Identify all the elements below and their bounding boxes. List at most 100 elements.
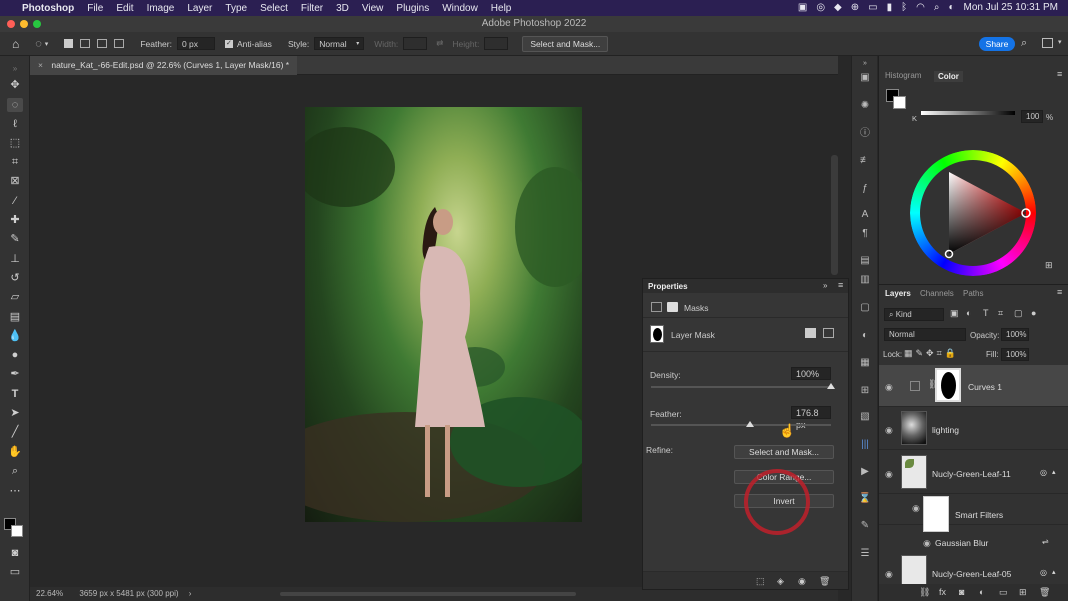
menu-help[interactable]: Help: [491, 3, 512, 14]
chevron-up-icon[interactable]: ▴: [1052, 568, 1056, 576]
libraries-icon[interactable]: ▢: [858, 302, 872, 314]
style-select[interactable]: Normal ▾: [314, 37, 365, 50]
character-icon[interactable]: A: [858, 209, 872, 221]
close-window-button[interactable]: [7, 20, 15, 28]
tab-histogram[interactable]: Histogram: [885, 71, 921, 80]
load-selection-icon[interactable]: ⬚: [756, 576, 765, 587]
smart-filter-mask-thumbnail[interactable]: [923, 496, 949, 532]
menu-plugins[interactable]: Plugins: [396, 3, 429, 14]
clone-stamp-tool-icon[interactable]: ⊥: [7, 252, 23, 266]
workspace-icon[interactable]: [1042, 38, 1053, 48]
visibility-eye-icon[interactable]: ◉: [885, 382, 893, 393]
filter-type-icon[interactable]: T: [983, 308, 989, 318]
path-selection-tool-icon[interactable]: ➤: [7, 406, 23, 420]
feather-input[interactable]: 0 px: [176, 37, 215, 50]
density-input[interactable]: 100%: [791, 367, 831, 380]
minimize-window-button[interactable]: [20, 20, 28, 28]
layer-mask-thumbnail[interactable]: [935, 368, 961, 402]
opacity-input[interactable]: 100%: [1001, 328, 1029, 341]
link-layers-icon[interactable]: ⛓: [919, 587, 930, 598]
creative-cloud-icon[interactable]: ◎: [816, 2, 825, 13]
collapse-icon[interactable]: »: [7, 62, 23, 76]
intersect-selection-icon[interactable]: [114, 39, 125, 48]
select-and-mask-button[interactable]: Select and Mask...: [522, 35, 609, 52]
properties-icon[interactable]: ☰: [858, 548, 872, 560]
visibility-eye-icon[interactable]: ◉: [798, 576, 806, 587]
panel-menu-icon[interactable]: ≡: [838, 280, 843, 290]
display-icon[interactable]: ▭: [868, 2, 877, 13]
layer-row-gaussian-blur[interactable]: ◉ Gaussian Blur ⇌: [879, 536, 1068, 550]
brush-settings-icon[interactable]: ✺: [858, 100, 872, 112]
gradient-tool-icon[interactable]: ▤: [7, 310, 23, 324]
home-icon[interactable]: ⌂: [12, 37, 19, 51]
type-tool-icon[interactable]: T: [7, 387, 23, 401]
menu-select[interactable]: Select: [260, 3, 288, 14]
layer-comps-icon[interactable]: ▤: [858, 255, 872, 267]
swap-icon[interactable]: ⇄: [436, 38, 443, 49]
visibility-eye-icon[interactable]: ◉: [923, 538, 931, 549]
brush-tool-icon[interactable]: ✎: [7, 232, 23, 246]
gradients-icon[interactable]: ▧: [858, 411, 872, 423]
zoom-window-button[interactable]: [33, 20, 41, 28]
actions-play-icon[interactable]: ▶: [858, 466, 872, 478]
density-slider-track[interactable]: [651, 386, 831, 388]
menu-file[interactable]: File: [87, 3, 103, 14]
menu-3d[interactable]: 3D: [336, 3, 349, 14]
feather-input[interactable]: 176.8 px: [791, 406, 831, 430]
dodge-tool-icon[interactable]: ●: [7, 348, 23, 362]
layer-row-lighting[interactable]: ◉ lighting: [879, 408, 1068, 450]
fill-input[interactable]: 100%: [1001, 348, 1029, 361]
visibility-eye-icon[interactable]: ◉: [885, 569, 893, 580]
new-selection-icon[interactable]: [64, 39, 74, 48]
bluetooth-icon[interactable]: ᛒ: [901, 2, 907, 13]
k-slider[interactable]: [921, 111, 1015, 115]
layer-row-leaf-11[interactable]: ◉ Nucly-Green-Leaf-11 ◎ ▴: [879, 452, 1068, 494]
select-and-mask-button[interactable]: Select and Mask...: [734, 445, 834, 459]
chevron-up-icon[interactable]: ▴: [1052, 468, 1056, 476]
tab-channels[interactable]: Channels: [920, 289, 954, 298]
blur-tool-icon[interactable]: 💧: [7, 329, 23, 343]
tab-color[interactable]: Color: [934, 71, 963, 82]
screen-record-icon[interactable]: ▣: [798, 2, 807, 13]
document-tab[interactable]: × nature_Kat_-66-Edit.psd @ 22.6% (Curve…: [30, 56, 298, 75]
close-icon[interactable]: ×: [38, 60, 43, 70]
menubar-clock[interactable]: Mon Jul 25 10:31 PM: [964, 2, 1059, 13]
history-brush-tool-icon[interactable]: ↺: [7, 271, 23, 285]
globe-icon[interactable]: ⊕: [851, 2, 859, 13]
blend-mode-select[interactable]: Normal: [884, 328, 966, 341]
chevron-down-icon[interactable]: ▾: [1058, 38, 1062, 46]
feather-slider-track[interactable]: [651, 424, 831, 426]
styles-icon[interactable]: ◐: [858, 330, 872, 342]
menu-view[interactable]: View: [362, 3, 384, 14]
new-layer-icon[interactable]: ⊞: [1019, 587, 1027, 598]
tab-paths[interactable]: Paths: [963, 289, 983, 298]
menu-layer[interactable]: Layer: [187, 3, 212, 14]
width-input[interactable]: [403, 37, 428, 50]
menu-type[interactable]: Type: [225, 3, 247, 14]
zoom-tool-icon[interactable]: ⌕: [7, 464, 23, 478]
height-input[interactable]: [484, 37, 509, 50]
delete-trash-icon[interactable]: 🗑: [1039, 587, 1050, 598]
density-slider-handle[interactable]: [827, 383, 835, 389]
add-swatch-icon[interactable]: ⊞: [1045, 260, 1053, 271]
search-icon[interactable]: ⌕: [934, 2, 940, 13]
channels-icon[interactable]: |||: [858, 439, 872, 451]
filter-smart-object-icon[interactable]: ▢: [1014, 308, 1023, 319]
filter-shape-icon[interactable]: ⌗: [998, 308, 1003, 319]
delete-trash-icon[interactable]: 🗑: [819, 576, 830, 587]
filter-options-icon[interactable]: ⇌: [1042, 537, 1049, 546]
brush-presets-icon[interactable]: ✎: [858, 520, 872, 532]
chevron-right-icon[interactable]: ›: [189, 589, 192, 598]
layer-row-smart-filters[interactable]: ◉ Smart Filters: [879, 495, 1068, 532]
collapse-icon[interactable]: »: [858, 58, 872, 70]
search-icon[interactable]: ⌕: [1021, 37, 1027, 50]
visibility-eye-icon[interactable]: ◉: [885, 425, 893, 436]
visibility-eye-icon[interactable]: ◉: [912, 503, 920, 514]
vertical-scrollbar[interactable]: [831, 155, 838, 275]
add-selection-icon[interactable]: [80, 39, 91, 48]
more-tools-icon[interactable]: ⋯: [7, 484, 23, 498]
color-wheel[interactable]: [910, 150, 1036, 276]
new-group-icon[interactable]: ▭: [999, 587, 1008, 598]
pen-tool-icon[interactable]: ✒: [7, 367, 23, 381]
zoom-level[interactable]: 22.64%: [36, 589, 63, 598]
